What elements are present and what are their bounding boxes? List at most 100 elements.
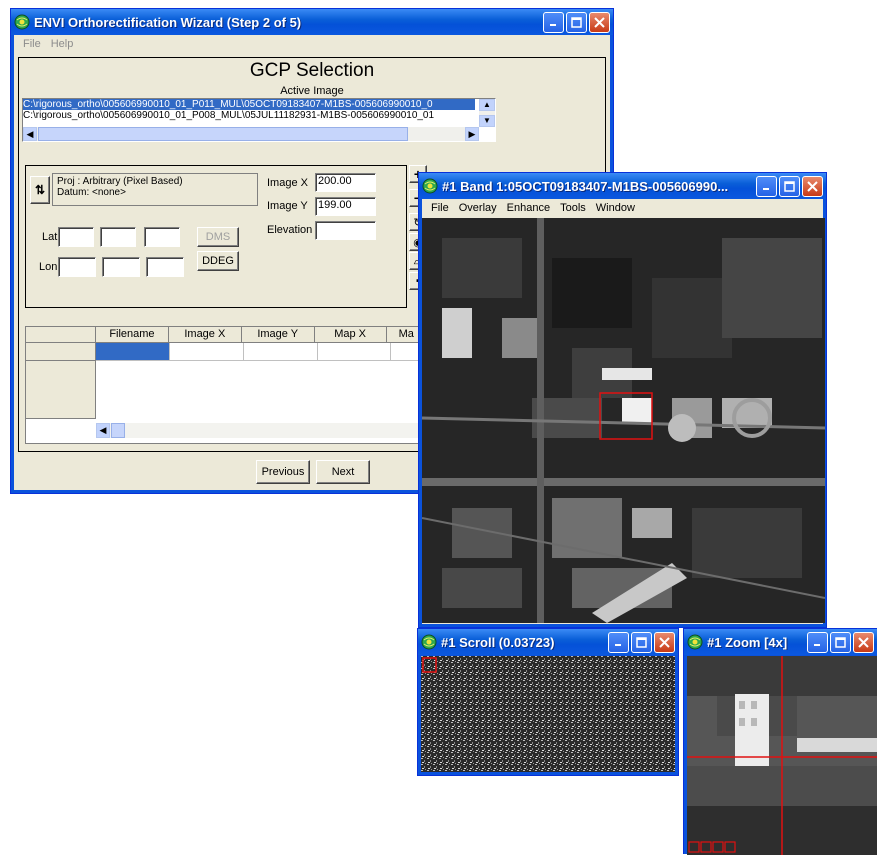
band-menubar: File Overlay Enhance Tools Window xyxy=(422,199,823,217)
menu-file[interactable]: File xyxy=(426,202,454,214)
minimize-icon xyxy=(549,24,556,26)
minimize-button[interactable] xyxy=(756,175,777,197)
minimize-button[interactable] xyxy=(543,11,564,33)
table-cell-selected[interactable] xyxy=(96,343,170,360)
table-cell[interactable] xyxy=(318,343,391,360)
scroll-window: #1 Scroll (0.03723) xyxy=(417,628,679,776)
scroll-left-button[interactable]: ◀ xyxy=(23,127,37,141)
dms-button[interactable]: DMS xyxy=(197,227,239,247)
maximize-icon xyxy=(784,180,795,192)
list-vscroll[interactable]: ▲ ▼ xyxy=(479,99,495,127)
row-header xyxy=(26,343,96,361)
band-titlebar[interactable]: #1 Band 1:05OCT09183407-M1BS-005606990..… xyxy=(419,173,826,199)
wizard-title: ENVI Orthorectification Wizard (Step 2 o… xyxy=(34,14,302,30)
menu-enhance[interactable]: Enhance xyxy=(502,202,555,214)
lon-deg-field[interactable] xyxy=(58,257,96,277)
scroll-left-button[interactable]: ◀ xyxy=(96,423,110,438)
zoom-title: #1 Zoom [4x] xyxy=(707,634,788,650)
ddeg-button[interactable]: DDEG xyxy=(197,251,239,271)
scroll-overview-image xyxy=(421,656,675,772)
zoom-image[interactable] xyxy=(687,656,877,855)
elevation-field[interactable] xyxy=(315,221,376,240)
maximize-button[interactable] xyxy=(830,631,851,653)
datum-text: Datum: <none> xyxy=(57,187,126,198)
image-y-field[interactable]: 199.00 xyxy=(315,197,376,216)
band-image[interactable] xyxy=(422,218,825,623)
zoom-window: #1 Zoom [4x] xyxy=(683,628,877,855)
maximize-button[interactable] xyxy=(779,175,800,197)
close-button[interactable] xyxy=(853,631,874,653)
active-image-list[interactable]: C:\rigorous_ortho\005606990010_01_P011_M… xyxy=(22,98,496,142)
table-header-row: Filename Image X Image Y Map X Ma xyxy=(96,327,422,343)
swap-projection-button[interactable]: ⇅ xyxy=(30,176,50,204)
maximize-button[interactable] xyxy=(566,11,587,33)
envi-globe-icon xyxy=(687,634,703,650)
minimize-button[interactable] xyxy=(807,631,828,653)
minimize-icon xyxy=(614,644,621,646)
minimize-icon xyxy=(762,188,769,190)
menu-help[interactable]: Help xyxy=(46,38,79,50)
col-filename[interactable]: Filename xyxy=(96,327,169,342)
scroll-up-button[interactable]: ▲ xyxy=(479,99,495,111)
menu-tools[interactable]: Tools xyxy=(555,202,591,214)
col-map-x[interactable]: Map X xyxy=(315,327,387,342)
scroll-image[interactable] xyxy=(421,656,675,772)
elevation-label: Elevation xyxy=(267,224,313,236)
projection-box: Proj : Arbitrary (Pixel Based) Datum: <n… xyxy=(52,173,258,206)
minimize-icon xyxy=(813,644,820,646)
scroll-right-button[interactable]: ▶ xyxy=(465,127,479,141)
lon-label: Lon xyxy=(39,261,58,273)
lon-sec-field[interactable] xyxy=(146,257,184,277)
maximize-button[interactable] xyxy=(631,631,652,653)
table-cell[interactable] xyxy=(244,343,318,360)
wizard-menubar: File Help xyxy=(14,35,610,53)
menu-overlay[interactable]: Overlay xyxy=(454,202,502,214)
menu-file[interactable]: File xyxy=(18,38,46,50)
list-hscroll[interactable]: ◀ ▶ xyxy=(23,127,479,141)
envi-globe-icon xyxy=(14,14,30,30)
close-icon xyxy=(659,636,670,648)
scroll-titlebar[interactable]: #1 Scroll (0.03723) xyxy=(418,629,678,655)
col-image-y[interactable]: Image Y xyxy=(242,327,315,342)
page-title: GCP Selection xyxy=(249,60,375,81)
zoom-magnified-image xyxy=(687,656,877,855)
next-button[interactable]: Next xyxy=(316,460,370,484)
close-button[interactable] xyxy=(654,631,675,653)
scroll-thumb[interactable] xyxy=(38,127,408,141)
maximize-icon xyxy=(636,636,647,648)
active-image-label: Active Image xyxy=(280,85,344,97)
scroll-title: #1 Scroll (0.03723) xyxy=(441,634,555,650)
image-y-label: Image Y xyxy=(267,200,308,212)
lat-deg-field[interactable] xyxy=(58,227,94,247)
table-row[interactable] xyxy=(96,343,422,361)
maximize-icon xyxy=(835,636,846,648)
table-corner xyxy=(26,327,96,343)
close-button[interactable] xyxy=(802,175,823,197)
gcp-table[interactable]: Filename Image X Image Y Map X Ma ◀ xyxy=(25,326,423,444)
lat-min-field[interactable] xyxy=(100,227,136,247)
image-x-field[interactable]: 200.00 xyxy=(315,173,376,192)
menu-window[interactable]: Window xyxy=(591,202,640,214)
row-header xyxy=(26,361,96,419)
list-item[interactable]: C:\rigorous_ortho\005606990010_01_P011_M… xyxy=(23,99,475,110)
zoom-titlebar[interactable]: #1 Zoom [4x] xyxy=(684,629,877,655)
previous-button[interactable]: Previous xyxy=(256,460,310,484)
proj-text: Proj : Arbitrary (Pixel Based) xyxy=(57,176,183,187)
lat-label: Lat xyxy=(42,231,58,243)
lat-sec-field[interactable] xyxy=(144,227,180,247)
lon-min-field[interactable] xyxy=(102,257,140,277)
envi-globe-icon xyxy=(422,178,438,194)
col-image-x[interactable]: Image X xyxy=(169,327,242,342)
image-x-label: Image X xyxy=(267,177,308,189)
wizard-titlebar[interactable]: ENVI Orthorectification Wizard (Step 2 o… xyxy=(11,9,613,35)
scroll-thumb[interactable] xyxy=(111,423,125,438)
table-cell[interactable] xyxy=(170,343,244,360)
list-item[interactable]: C:\rigorous_ortho\005606990010_01_P008_M… xyxy=(23,110,475,121)
minimize-button[interactable] xyxy=(608,631,629,653)
maximize-icon xyxy=(571,16,582,28)
close-icon xyxy=(594,16,605,28)
close-icon xyxy=(858,636,869,648)
table-hscroll[interactable]: ◀ xyxy=(96,423,422,438)
close-button[interactable] xyxy=(589,11,610,33)
scroll-down-button[interactable]: ▼ xyxy=(479,115,495,127)
